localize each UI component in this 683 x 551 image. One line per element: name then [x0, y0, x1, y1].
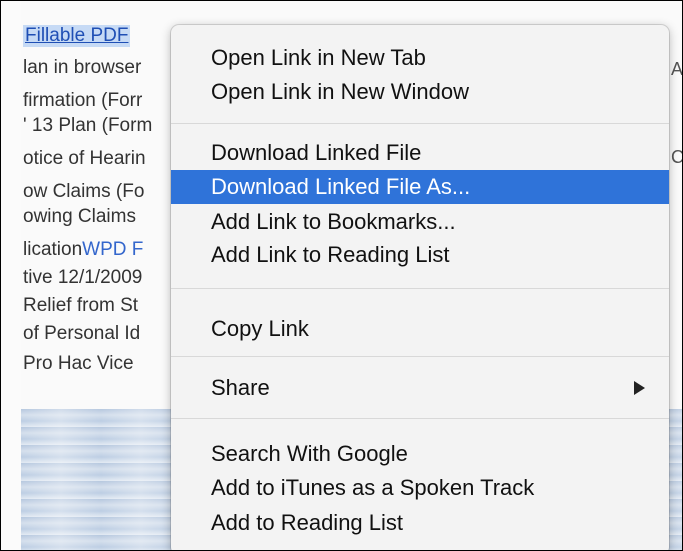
page-text-line: Relief from St: [23, 295, 139, 316]
page-text-line: ow Claims (Fo: [23, 181, 145, 202]
page-text-line: lan in browser: [23, 57, 142, 78]
menu-item-add-to-itunes-spoken-track[interactable]: Add to iTunes as a Spoken Track: [171, 471, 669, 505]
wpd-link[interactable]: WPD F: [82, 239, 143, 260]
triangle-right-icon: [634, 381, 645, 395]
page-text-line: tive 12/1/2009: [23, 267, 143, 288]
page-edge-text: C: [671, 147, 683, 167]
page-text-line: ' 13 Plan (Form: [23, 115, 153, 136]
page-text-line: otice of Hearin: [23, 148, 146, 169]
menu-item-share-label: Share: [211, 375, 270, 400]
menu-item-search-with-google[interactable]: Search With Google: [171, 437, 669, 471]
menu-separator: [171, 123, 669, 124]
page-text: lication: [23, 239, 83, 260]
page-edge-text: A: [671, 59, 683, 79]
menu-item-add-to-reading-list[interactable]: Add to Reading List: [171, 506, 669, 540]
menu-item-open-link-new-tab[interactable]: Open Link in New Tab: [171, 41, 669, 75]
page-text-line: of Personal Id: [23, 323, 141, 344]
page-text-line: Pro Hac Vice: [23, 353, 134, 374]
menu-separator: [171, 356, 669, 357]
page-text-line: owing Claims: [23, 206, 136, 227]
menu-separator: [171, 288, 669, 289]
screenshot-frame: Fillable PDF lan in browser firmation (F…: [0, 0, 683, 551]
menu-item-add-link-to-reading-list[interactable]: Add Link to Reading List: [171, 238, 669, 272]
menu-item-copy-link[interactable]: Copy Link: [171, 312, 669, 346]
menu-item-share[interactable]: Share: [171, 371, 669, 405]
fillable-pdf-link[interactable]: Fillable PDF: [23, 25, 131, 47]
menu-item-add-link-to-bookmarks[interactable]: Add Link to Bookmarks...: [171, 205, 669, 239]
menu-separator: [171, 418, 669, 419]
context-menu: Open Link in New Tab Open Link in New Wi…: [171, 25, 669, 550]
page-text-line: firmation (Forr: [23, 90, 143, 111]
page-text-line: licationWPD F: [23, 239, 143, 261]
menu-item-download-linked-file-as[interactable]: Download Linked File As...: [171, 170, 669, 204]
menu-item-open-link-new-window[interactable]: Open Link in New Window: [171, 75, 669, 109]
menu-item-download-linked-file[interactable]: Download Linked File: [171, 136, 669, 170]
